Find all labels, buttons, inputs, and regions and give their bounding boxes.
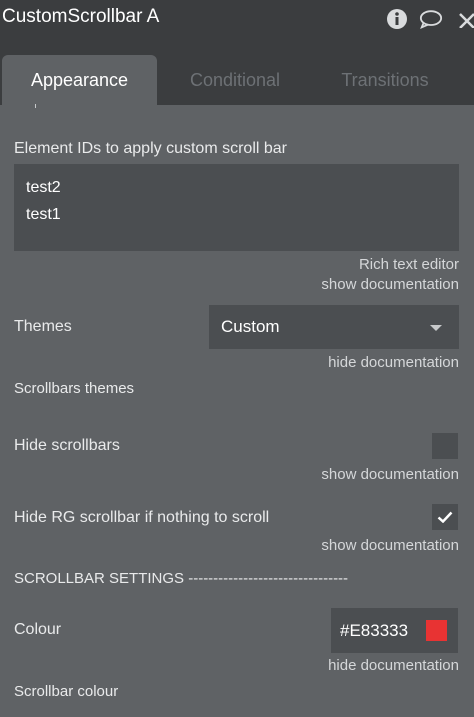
tab-appearance[interactable]: Appearance [2,55,157,105]
colour-label: Colour [14,621,62,638]
rich-text-editor-link[interactable]: Rich text editor [359,256,459,273]
tab-bar: Appearance Conditional Transitions [0,45,474,105]
element-ids-doc-link[interactable]: show documentation [321,276,459,293]
element-ids-label: Element IDs to apply custom scroll bar [14,140,287,157]
colour-description: Scrollbar colour [14,683,119,700]
themes-doc-link[interactable]: hide documentation [328,354,459,371]
hide-scrollbars-label: Hide scrollbars [14,437,120,454]
tab-conditional[interactable]: Conditional [160,55,310,105]
panel-title: CustomScrollbar A [2,6,160,27]
element-id-line: test2 [26,179,61,196]
element-ids-input[interactable]: test2 test1 [14,164,459,251]
chevron-down-icon [430,325,442,331]
themes-label: Themes [14,318,72,335]
comment-icon[interactable] [419,7,443,31]
hide-rg-label: Hide RG scrollbar if nothing to scroll [14,509,270,526]
themes-selected-value: Custom [221,317,280,336]
checkmark-icon [437,511,453,523]
panel-header: CustomScrollbar A [0,0,474,45]
section-heading: SCROLLBAR SETTINGS ---------------------… [14,570,349,587]
tab-transitions[interactable]: Transitions [310,55,460,105]
themes-description: Scrollbars themes [14,380,135,397]
hide-rg-doc-link[interactable]: show documentation [321,537,459,554]
close-icon[interactable] [456,7,474,31]
colour-value: #E83333 [340,620,409,640]
themes-dropdown[interactable]: Custom [209,305,459,349]
hide-rg-checkbox[interactable] [432,504,458,530]
element-id-line: test1 [26,206,61,223]
colour-picker[interactable]: #E83333 [331,608,458,653]
tab-divider-mark [35,104,36,108]
hide-scrollbars-checkbox[interactable] [432,433,458,459]
info-icon[interactable] [385,7,409,31]
colour-swatch[interactable] [426,620,447,641]
hide-scrollbars-doc-link[interactable]: show documentation [321,466,459,483]
colour-doc-link[interactable]: hide documentation [328,657,459,674]
